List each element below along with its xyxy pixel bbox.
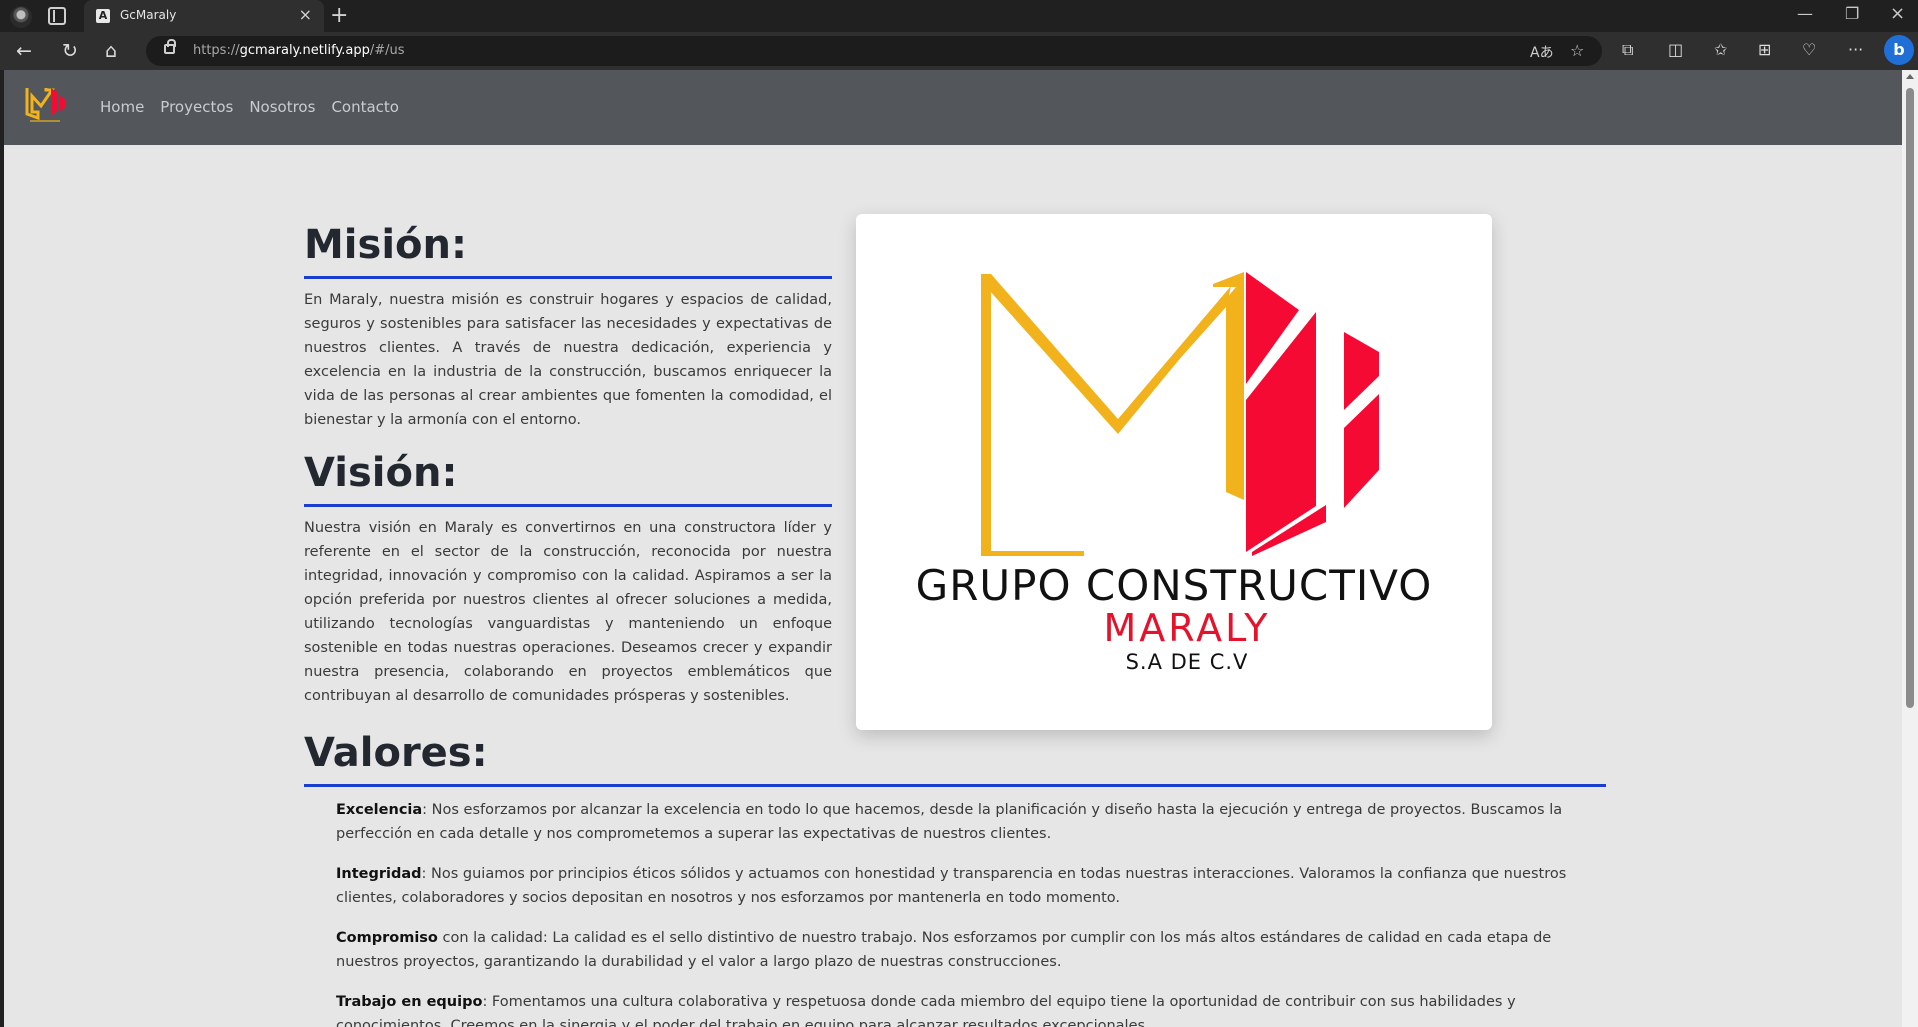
- back-icon[interactable]: ←: [16, 40, 32, 62]
- address-bar[interactable]: https://gcmaraly.netlify.app/#/us Aあ ☆: [146, 36, 1602, 66]
- site-logo-icon[interactable]: [24, 84, 68, 124]
- nav-link-nosotros[interactable]: Nosotros: [249, 98, 315, 116]
- site-navbar: Home Proyectos Nosotros Contacto: [4, 70, 1902, 145]
- logo-text-grupo: GRUPO CONSTRUCTIVO: [915, 561, 1433, 610]
- lock-icon[interactable]: [164, 39, 176, 54]
- valor-trabajo-en-equipo: Trabajo en equipo: Fomentamos una cultur…: [336, 994, 1516, 1027]
- valores-list: Excelencia: Nos esforzamos por alcanzar …: [336, 798, 1598, 1027]
- restore-icon[interactable]: ❐: [1845, 4, 1859, 23]
- read-aloud-icon[interactable]: Aあ: [1530, 42, 1554, 62]
- tab-favicon-icon: A: [96, 9, 110, 23]
- window-close-icon[interactable]: ×: [1890, 3, 1905, 24]
- browser-tab-bar: A GcMaraly × + — ❐ ×: [0, 0, 1918, 32]
- logo-text-maraly: MARALY: [1103, 606, 1271, 650]
- more-options-icon[interactable]: ···: [1848, 40, 1863, 60]
- vision-divider: [304, 504, 832, 507]
- tab-title: GcMaraly: [120, 8, 177, 22]
- profile-avatar-icon[interactable]: [10, 6, 32, 28]
- tab-close-icon[interactable]: ×: [299, 6, 312, 24]
- page-scrollbar[interactable]: [1902, 70, 1918, 1027]
- extensions-icon[interactable]: ⧉: [1622, 40, 1633, 60]
- refresh-icon[interactable]: ↻: [62, 40, 78, 62]
- valor-excelencia: Excelencia: Nos esforzamos por alcanzar …: [336, 802, 1563, 842]
- scroll-up-icon[interactable]: [1906, 74, 1914, 79]
- nav-link-home[interactable]: Home: [100, 98, 144, 116]
- browser-toolbar: ← ↻ ⌂ https://gcmaraly.netlify.app/#/us …: [0, 32, 1918, 70]
- valores-title: Valores:: [304, 730, 488, 776]
- browser-essentials-icon[interactable]: ♡: [1802, 40, 1816, 60]
- page-viewport: Home Proyectos Nosotros Contacto Misión:…: [4, 70, 1902, 1027]
- mision-title: Misión:: [304, 222, 467, 268]
- valor-integridad: Integridad: Nos guiamos por principios é…: [336, 866, 1567, 906]
- browser-tab[interactable]: A GcMaraly ×: [84, 0, 324, 32]
- nav-links: Home Proyectos Nosotros Contacto: [100, 98, 399, 116]
- company-logo-card: GRUPO CONSTRUCTIVO MARALY S.A DE C.V: [856, 214, 1492, 730]
- home-icon[interactable]: ⌂: [105, 40, 117, 62]
- minimize-icon[interactable]: —: [1797, 4, 1813, 23]
- logo-text-sadecv: S.A DE C.V: [1125, 650, 1249, 674]
- favorites-icon[interactable]: ✩: [1714, 40, 1727, 60]
- nav-link-proyectos[interactable]: Proyectos: [160, 98, 233, 116]
- vision-text: Nuestra visión en Maraly es convertirnos…: [304, 520, 832, 704]
- mision-text: En Maraly, nuestra misión es construir h…: [304, 292, 832, 428]
- collections-icon[interactable]: ⊞: [1758, 40, 1771, 60]
- url-text[interactable]: https://gcmaraly.netlify.app/#/us: [193, 43, 405, 58]
- mision-divider: [304, 276, 832, 279]
- tab-actions-icon[interactable]: [48, 7, 66, 25]
- nav-link-contacto[interactable]: Contacto: [331, 98, 399, 116]
- scroll-thumb[interactable]: [1906, 88, 1914, 708]
- copilot-icon[interactable]: b: [1884, 35, 1914, 65]
- favorite-star-icon[interactable]: ☆: [1570, 41, 1584, 60]
- new-tab-icon[interactable]: +: [330, 4, 348, 28]
- valores-divider: [304, 784, 1606, 787]
- valor-compromiso: Compromiso con la calidad: La calidad es…: [336, 930, 1552, 970]
- split-screen-icon[interactable]: ◫: [1668, 40, 1683, 60]
- vision-title: Visión:: [304, 450, 458, 496]
